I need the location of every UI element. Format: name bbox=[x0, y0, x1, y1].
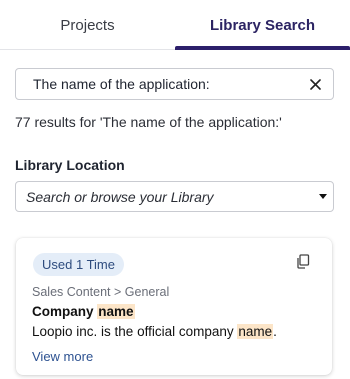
answer-text: Loopio inc. is the official company bbox=[32, 324, 238, 339]
results-count: 77 results for 'The name of the applicat… bbox=[15, 114, 282, 130]
tab-library-search[interactable]: Library Search bbox=[175, 0, 350, 50]
tab-library-search-label: Library Search bbox=[209, 16, 316, 34]
tab-projects-label: Projects bbox=[60, 16, 115, 34]
caret-down-icon bbox=[319, 194, 327, 199]
copy-button[interactable] bbox=[296, 254, 312, 270]
answer-suffix: . bbox=[273, 324, 277, 339]
tab-bar: Projects Library Search bbox=[0, 0, 350, 50]
search-input[interactable] bbox=[16, 69, 296, 99]
library-location-dropdown[interactable]: Search or browse your Library bbox=[15, 181, 334, 212]
question-text: Company bbox=[32, 304, 98, 319]
view-more-link[interactable]: View more bbox=[32, 349, 93, 364]
entry-question: Company name bbox=[32, 304, 135, 319]
entry-answer: Loopio inc. is the official company name… bbox=[32, 324, 277, 339]
active-tab-indicator bbox=[175, 46, 350, 50]
library-location-label: Library Location bbox=[15, 157, 125, 173]
usage-badge-label: Used 1 Time bbox=[42, 257, 115, 272]
library-location-placeholder: Search or browse your Library bbox=[26, 189, 214, 205]
answer-highlight: name bbox=[237, 324, 274, 339]
breadcrumb: Sales Content > General bbox=[32, 285, 170, 299]
tab-projects[interactable]: Projects bbox=[0, 0, 175, 50]
search-box bbox=[15, 68, 334, 100]
copy-icon bbox=[297, 254, 310, 269]
result-card[interactable]: Used 1 Time Sales Content > General Comp… bbox=[16, 238, 332, 375]
usage-badge: Used 1 Time bbox=[33, 253, 124, 276]
question-highlight: name bbox=[97, 304, 135, 319]
clear-search-button[interactable] bbox=[305, 74, 325, 94]
close-icon bbox=[309, 78, 321, 90]
